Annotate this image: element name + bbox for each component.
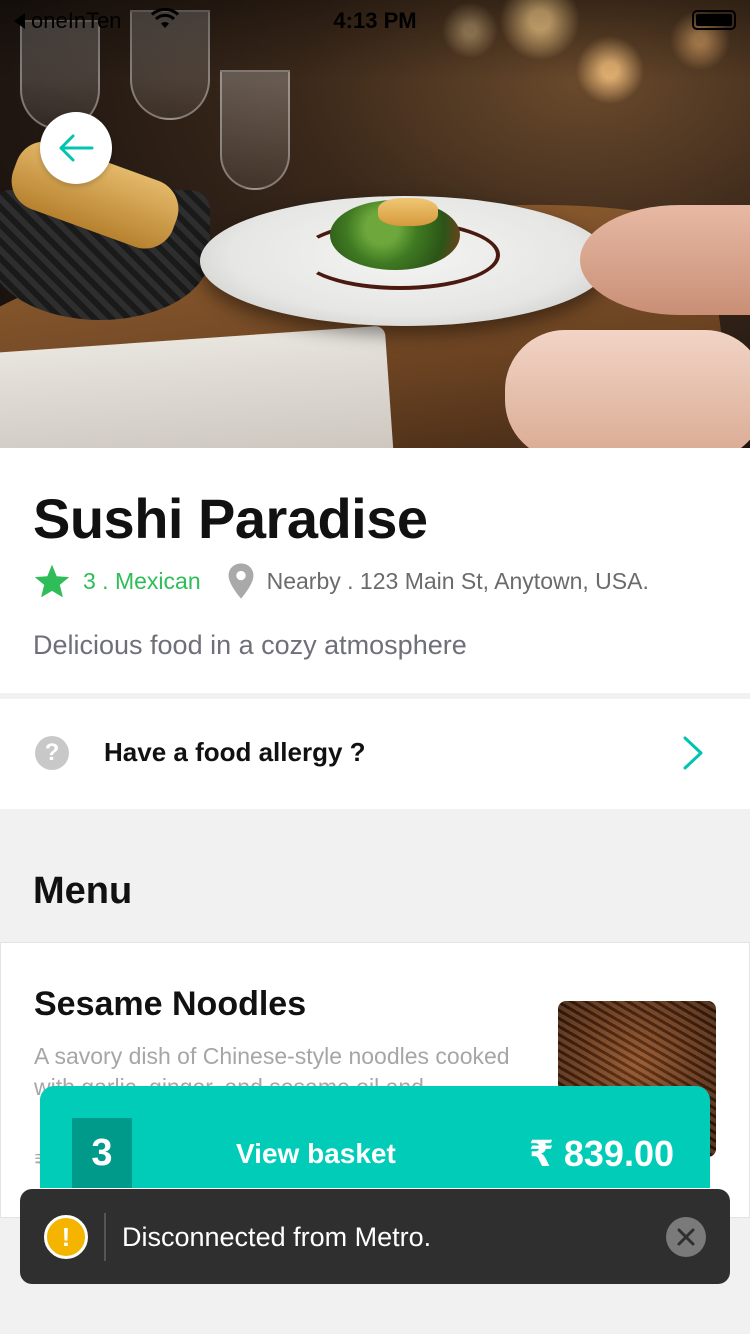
close-toast-button[interactable] <box>666 1217 706 1257</box>
hero-image <box>0 0 750 448</box>
back-button[interactable] <box>40 112 112 184</box>
status-bar: oneInTen 4:13 PM <box>0 0 750 40</box>
basket-count: 3 <box>72 1118 132 1188</box>
chevron-right-icon <box>683 736 703 770</box>
restaurant-address: Nearby . 123 Main St, Anytown, USA. <box>266 567 649 594</box>
rating-cuisine: 3 . Mexican <box>83 567 201 594</box>
star-icon <box>34 564 70 598</box>
toast-divider <box>104 1213 106 1261</box>
view-basket-button[interactable]: 3 View basket ₹ 839.00 <box>40 1086 710 1188</box>
close-icon <box>677 1228 695 1246</box>
metro-toast[interactable]: ! Disconnected from Metro. <box>20 1189 730 1284</box>
clock: 4:13 PM <box>333 8 417 33</box>
restaurant-info: Sushi Paradise 3 . Mexican Nearby . 123 … <box>0 448 750 693</box>
menu-heading: Menu <box>33 870 133 912</box>
question-icon: ? <box>35 736 69 770</box>
food-allergy-row[interactable]: ? Have a food allergy ? <box>0 699 750 809</box>
toast-message: Disconnected from Metro. <box>122 1222 432 1252</box>
battery-icon <box>692 10 736 30</box>
food-allergy-label: Have a food allergy ? <box>104 737 366 767</box>
restaurant-name: Sushi Paradise <box>33 487 428 550</box>
warning-icon: ! <box>44 1215 88 1259</box>
location-pin-icon <box>228 563 254 599</box>
arrow-left-icon <box>59 134 94 162</box>
menu-item-name: Sesame Noodles <box>34 985 307 1023</box>
basket-total: ₹ 839.00 <box>528 1133 674 1174</box>
view-basket-label: View basket <box>236 1138 396 1169</box>
restaurant-meta: 3 . Mexican Nearby . 123 Main St, Anytow… <box>33 562 649 600</box>
restaurant-description: Delicious food in a cozy atmosphere <box>33 630 467 660</box>
